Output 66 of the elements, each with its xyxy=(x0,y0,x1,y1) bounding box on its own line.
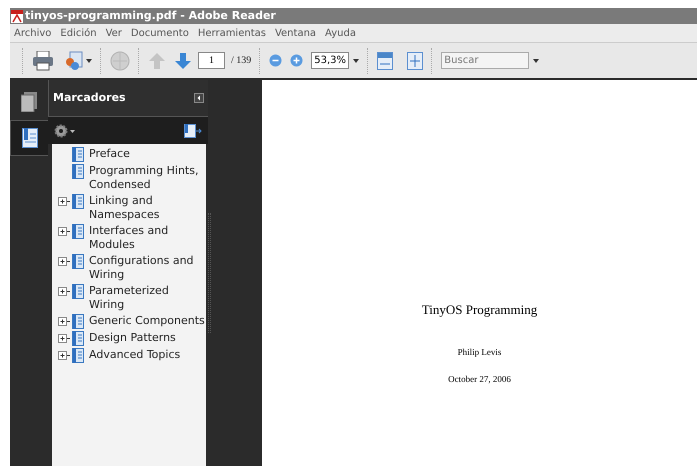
document-date: October 27, 2006 xyxy=(448,373,511,386)
bookmark-label: Interfaces and Modules xyxy=(89,224,170,252)
collapse-icon[interactable] xyxy=(194,93,204,103)
menu-item[interactable]: Documento xyxy=(130,26,189,40)
bookmark-item[interactable]: Programming Hints, Condensed xyxy=(52,164,206,192)
bookmark-label: Generic Components xyxy=(89,314,206,328)
bookmark-icon xyxy=(72,194,84,209)
menu-item[interactable]: Ventana xyxy=(274,26,316,40)
window-title: tinyos-programming.pdf - Adobe Reader xyxy=(25,8,276,24)
menu-item[interactable]: Edición xyxy=(60,26,97,40)
bookmark-item[interactable]: Advanced Topics xyxy=(52,348,206,363)
bookmark-item[interactable]: Design Patterns xyxy=(52,331,206,346)
page-total: / 139 xyxy=(231,54,252,68)
expand-icon[interactable] xyxy=(58,257,70,266)
bookmark-add-icon[interactable] xyxy=(184,124,202,138)
bookmark-icon xyxy=(22,128,38,148)
document-author: Philip Levis xyxy=(458,346,502,359)
bookmark-label: Programming Hints, Condensed xyxy=(89,164,200,192)
caret-icon[interactable] xyxy=(353,58,360,62)
zoom-field[interactable]: 53,3% xyxy=(311,52,350,69)
bookmark-icon xyxy=(72,254,84,269)
menu-item[interactable]: Ayuda xyxy=(325,26,356,40)
expand-icon[interactable] xyxy=(58,287,70,296)
menu-item[interactable]: Herramientas xyxy=(198,26,266,40)
document-title: TinyOS Programming xyxy=(422,301,538,319)
bookmark-label: Preface xyxy=(89,147,131,161)
page-field[interactable]: 1 xyxy=(198,52,225,69)
bookmark-icon xyxy=(72,224,84,239)
bookmark-item[interactable]: Linking and Namespaces xyxy=(52,194,206,222)
panel-title: Marcadores xyxy=(53,90,126,106)
bookmark-item[interactable]: Configurations and Wiring xyxy=(52,254,206,282)
bookmark-icon xyxy=(72,147,84,162)
bookmark-label: Advanced Topics xyxy=(89,348,182,362)
bookmark-icon xyxy=(72,314,84,329)
expand-icon[interactable] xyxy=(58,351,70,360)
expand-icon[interactable] xyxy=(58,197,70,206)
bookmark-item[interactable]: Parameterized Wiring xyxy=(52,284,206,312)
bookmark-item[interactable]: Interfaces and Modules xyxy=(52,224,206,252)
bookmark-item[interactable]: Generic Components xyxy=(52,314,206,329)
expand-icon[interactable] xyxy=(58,227,70,236)
sidebar-tab[interactable] xyxy=(10,120,48,156)
caret-icon[interactable] xyxy=(533,58,540,62)
zoom-in-icon[interactable] xyxy=(290,54,304,67)
bookmark-label: Configurations and Wiring xyxy=(89,254,195,282)
menu-item[interactable]: Ver xyxy=(106,26,122,40)
zoom-out-icon[interactable] xyxy=(269,54,282,67)
caret-icon[interactable] xyxy=(86,58,92,62)
bookmark-label: Parameterized Wiring xyxy=(89,284,170,312)
bookmark-label: Design Patterns xyxy=(89,331,177,345)
pages-icon xyxy=(21,92,37,112)
expand-icon[interactable] xyxy=(58,334,70,343)
bookmark-icon xyxy=(72,331,84,346)
fit-width-icon[interactable] xyxy=(377,52,394,70)
arrow-down-icon[interactable] xyxy=(174,52,192,70)
bookmark-icon xyxy=(72,284,84,299)
bookmark-label: Linking and Namespaces xyxy=(89,194,160,222)
menu-item[interactable]: Archivo xyxy=(14,26,52,40)
bookmark-item[interactable]: Preface xyxy=(52,147,206,162)
search-field[interactable]: Buscar xyxy=(441,52,530,69)
printer-icon[interactable] xyxy=(32,50,54,70)
bookmark-icon xyxy=(72,348,84,363)
bookmark-icon xyxy=(72,164,84,179)
fit-page-icon[interactable] xyxy=(407,52,424,70)
gear-icon[interactable] xyxy=(54,124,76,138)
pdf-icon xyxy=(11,10,23,22)
expand-icon[interactable] xyxy=(58,317,70,326)
